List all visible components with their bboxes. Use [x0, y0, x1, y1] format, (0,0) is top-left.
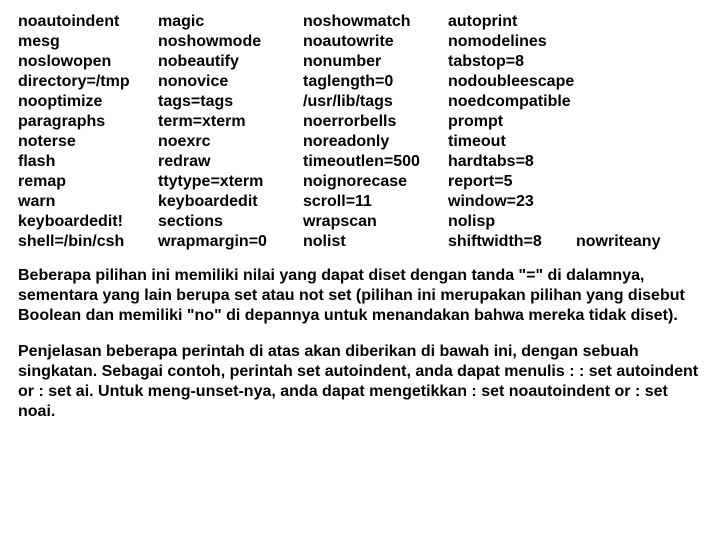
- option-item: autoprint: [448, 12, 566, 32]
- option-item: redraw: [158, 152, 293, 172]
- explanation-paragraph-1: Beberapa pilihan ini memiliki nilai yang…: [18, 266, 702, 326]
- option-item: timeout: [448, 132, 566, 152]
- option-item: ttytype=xterm: [158, 172, 293, 192]
- option-item: window=23: [448, 192, 566, 212]
- option-item: paragraphs: [18, 112, 148, 132]
- options-col-2: magic noshowmode nobeautify nonovice tag…: [158, 12, 293, 252]
- option-item: shiftwidth=8: [448, 232, 566, 252]
- option-item: remap: [18, 172, 148, 192]
- option-item: scroll=11: [303, 192, 438, 212]
- option-item: mesg: [18, 32, 148, 52]
- option-item: flash: [18, 152, 148, 172]
- option-item: nowriteany: [576, 232, 660, 252]
- explanation-paragraph-2: Penjelasan beberapa perintah di atas aka…: [18, 342, 702, 422]
- option-item: nonumber: [303, 52, 438, 72]
- option-item: noterse: [18, 132, 148, 152]
- option-item: tags=tags: [158, 92, 293, 112]
- options-col-4: autoprint nomodelines tabstop=8 nodouble…: [448, 12, 566, 252]
- option-item: report=5: [448, 172, 566, 192]
- option-item: noslowopen: [18, 52, 148, 72]
- option-item: keyboardedit: [158, 192, 293, 212]
- options-table: noautoindent mesg noslowopen directory=/…: [18, 12, 702, 252]
- option-item: noignorecase: [303, 172, 438, 192]
- option-item: hardtabs=8: [448, 152, 566, 172]
- option-item: wrapscan: [303, 212, 438, 232]
- option-item: magic: [158, 12, 293, 32]
- option-item: noshowmode: [158, 32, 293, 52]
- option-item: shell=/bin/csh: [18, 232, 148, 252]
- option-item: term=xterm: [158, 112, 293, 132]
- option-item: nonovice: [158, 72, 293, 92]
- option-item: taglength=0: [303, 72, 438, 92]
- option-item: noautoindent: [18, 12, 148, 32]
- option-item: prompt: [448, 112, 566, 132]
- option-item: directory=/tmp: [18, 72, 148, 92]
- option-item: keyboardedit!: [18, 212, 148, 232]
- option-item: sections: [158, 212, 293, 232]
- option-item: nooptimize: [18, 92, 148, 112]
- option-item: warn: [18, 192, 148, 212]
- option-item: /usr/lib/tags: [303, 92, 438, 112]
- options-col-1: noautoindent mesg noslowopen directory=/…: [18, 12, 148, 252]
- option-item: tabstop=8: [448, 52, 566, 72]
- page: noautoindent mesg noslowopen directory=/…: [0, 0, 720, 450]
- option-item: noreadonly: [303, 132, 438, 152]
- option-item: nomodelines: [448, 32, 566, 52]
- option-item: nodoubleescape: [448, 72, 566, 92]
- option-item: noexrc: [158, 132, 293, 152]
- option-item: noautowrite: [303, 32, 438, 52]
- options-col-5: nowriteany: [576, 12, 660, 252]
- options-col-3: noshowmatch noautowrite nonumber tagleng…: [303, 12, 438, 252]
- option-item: noerrorbells: [303, 112, 438, 132]
- option-item: timeoutlen=500: [303, 152, 438, 172]
- option-item: wrapmargin=0: [158, 232, 293, 252]
- option-item: nobeautify: [158, 52, 293, 72]
- option-item: noedcompatible: [448, 92, 566, 112]
- option-item: noshowmatch: [303, 12, 438, 32]
- option-item: nolist: [303, 232, 438, 252]
- option-item: nolisp: [448, 212, 566, 232]
